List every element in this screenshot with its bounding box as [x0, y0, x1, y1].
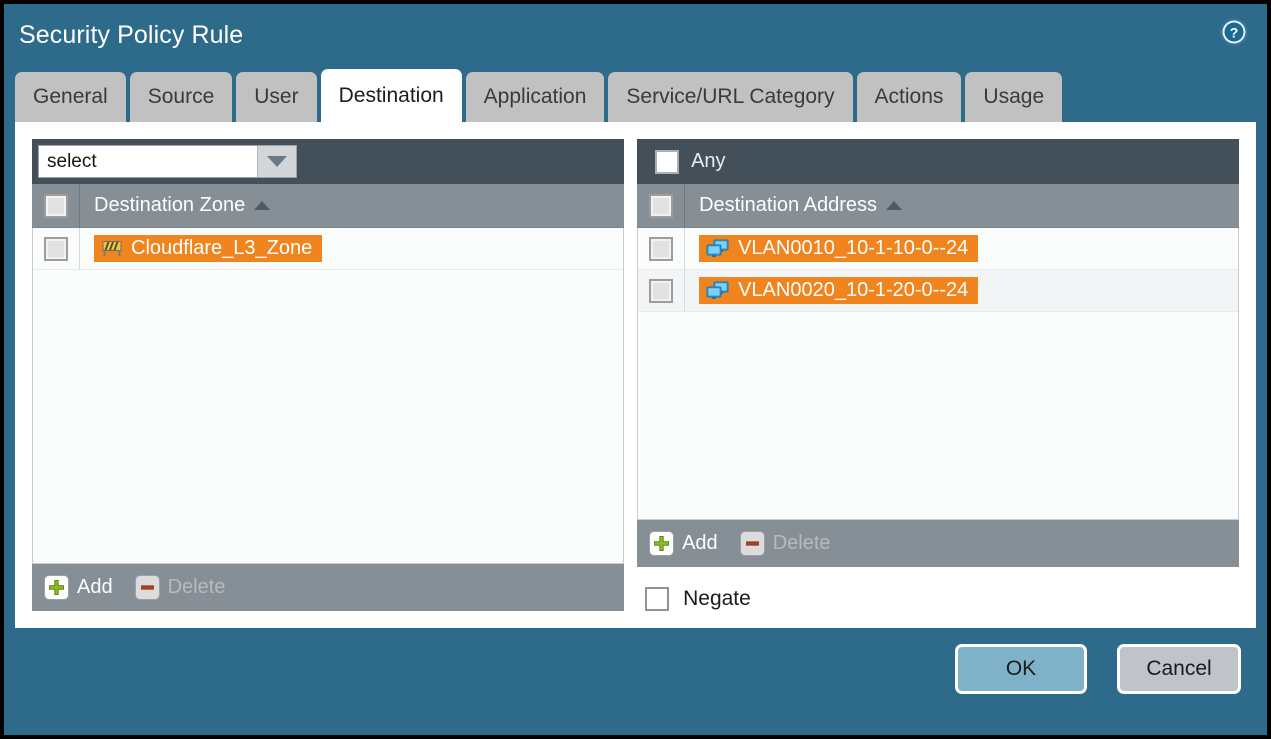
cancel-button[interactable]: Cancel: [1117, 644, 1241, 694]
sort-ascending-icon: [885, 201, 902, 210]
any-label: Any: [691, 150, 726, 172]
address-chip-label: VLAN0010_10-1-10-0--24: [738, 237, 969, 259]
zone-chip[interactable]: Cloudflare_L3_Zone: [94, 235, 323, 262]
zone-select-value: select: [47, 150, 97, 172]
address-delete-button[interactable]: Delete: [739, 531, 831, 556]
zone-select-dropdown[interactable]: select: [38, 145, 297, 178]
help-circle-icon[interactable]: ?: [1219, 17, 1249, 47]
security-policy-rule-dialog: Security Policy Rule ? General Source Us…: [4, 4, 1267, 735]
svg-text:?: ?: [1230, 25, 1239, 41]
tab-bar: General Source User Destination Applicat…: [4, 66, 1267, 122]
minus-icon: [739, 531, 765, 556]
tab-general[interactable]: General: [15, 72, 126, 122]
zone-table-header: Destination Zone: [32, 184, 625, 228]
zone-row-checkbox-cell[interactable]: [33, 228, 80, 269]
any-checkbox-row[interactable]: Any: [645, 149, 726, 174]
tab-actions[interactable]: Actions: [856, 72, 962, 122]
zone-add-button[interactable]: Add: [44, 575, 113, 600]
address-add-label: Add: [682, 532, 718, 554]
zone-delete-button[interactable]: Delete: [134, 575, 226, 600]
address-delete-label: Delete: [772, 532, 831, 554]
tab-source[interactable]: Source: [129, 72, 233, 122]
any-checkbox[interactable]: [655, 149, 680, 174]
ok-button[interactable]: OK: [955, 644, 1087, 694]
zone-barrier-icon: [101, 239, 123, 257]
plus-icon: [44, 575, 69, 600]
zone-toolbar: Add Delete: [32, 563, 625, 611]
address-row-checkbox-cell[interactable]: [638, 270, 686, 311]
address-row-checkbox[interactable]: [649, 278, 674, 303]
minus-icon: [134, 575, 160, 600]
zone-table-body: Cloudflare_L3_Zone: [32, 228, 625, 563]
zone-column-header-label: Destination Zone: [94, 194, 246, 216]
tab-usage[interactable]: Usage: [965, 72, 1063, 122]
address-object-icon: [706, 239, 730, 258]
address-toolbar: Add Delete: [637, 519, 1239, 567]
tab-service-url-category[interactable]: Service/URL Category: [608, 72, 853, 122]
zone-select-bar: select: [32, 139, 625, 184]
address-add-button[interactable]: Add: [649, 531, 718, 556]
address-select-all-checkbox[interactable]: [648, 193, 673, 218]
address-row-checkbox-cell[interactable]: [638, 228, 686, 269]
table-row[interactable]: VLAN0010_10-1-10-0--24: [638, 228, 1238, 270]
address-select-all-checkbox-cell[interactable]: [637, 184, 686, 227]
tab-user[interactable]: User: [236, 72, 317, 122]
zone-delete-label: Delete: [167, 576, 226, 598]
destination-tab-panel: select Destination Zone Cloudflare_L3_Zo…: [15, 122, 1256, 628]
address-chip[interactable]: VLAN0010_10-1-10-0--24: [699, 235, 979, 262]
plus-icon: [649, 531, 675, 556]
address-table-body: VLAN0010_10-1-10-0--24 VLAN0020_10-1-20-…: [637, 228, 1239, 519]
dialog-titlebar: Security Policy Rule ?: [4, 4, 1267, 66]
address-column-header[interactable]: Destination Address: [685, 194, 902, 217]
negate-label: Negate: [683, 587, 751, 610]
address-object-icon: [706, 281, 730, 300]
table-row[interactable]: Cloudflare_L3_Zone: [33, 228, 624, 270]
tab-destination[interactable]: Destination: [320, 69, 462, 122]
zone-column-header[interactable]: Destination Zone: [80, 194, 271, 217]
destination-address-panel: Any Destination Address VLAN0010_10-1-10…: [637, 139, 1239, 611]
chevron-down-icon[interactable]: [257, 146, 296, 177]
page-title: Security Policy Rule: [19, 21, 244, 49]
zone-select-all-checkbox-cell[interactable]: [32, 184, 80, 227]
negate-row[interactable]: Negate: [637, 587, 1239, 611]
zone-select-all-checkbox[interactable]: [43, 193, 68, 218]
address-any-bar: Any: [637, 139, 1239, 184]
address-row-value-cell: VLAN0020_10-1-20-0--24: [685, 277, 979, 304]
negate-checkbox[interactable]: [645, 587, 670, 611]
tab-application[interactable]: Application: [465, 72, 605, 122]
destination-zone-panel: select Destination Zone Cloudflare_L3_Zo…: [32, 139, 625, 611]
address-row-value-cell: VLAN0010_10-1-10-0--24: [685, 235, 979, 262]
zone-row-value-cell: Cloudflare_L3_Zone: [80, 235, 323, 262]
address-column-header-label: Destination Address: [699, 194, 877, 216]
address-row-checkbox[interactable]: [649, 236, 674, 261]
dialog-footer: OK Cancel: [4, 628, 1267, 735]
address-table-header: Destination Address: [637, 184, 1239, 228]
zone-row-checkbox[interactable]: [44, 236, 68, 261]
address-chip-label: VLAN0020_10-1-20-0--24: [738, 279, 969, 301]
sort-ascending-icon: [254, 201, 271, 210]
address-chip[interactable]: VLAN0020_10-1-20-0--24: [699, 277, 979, 304]
table-row[interactable]: VLAN0020_10-1-20-0--24: [638, 270, 1238, 312]
zone-add-label: Add: [77, 576, 113, 598]
zone-chip-label: Cloudflare_L3_Zone: [131, 237, 313, 259]
